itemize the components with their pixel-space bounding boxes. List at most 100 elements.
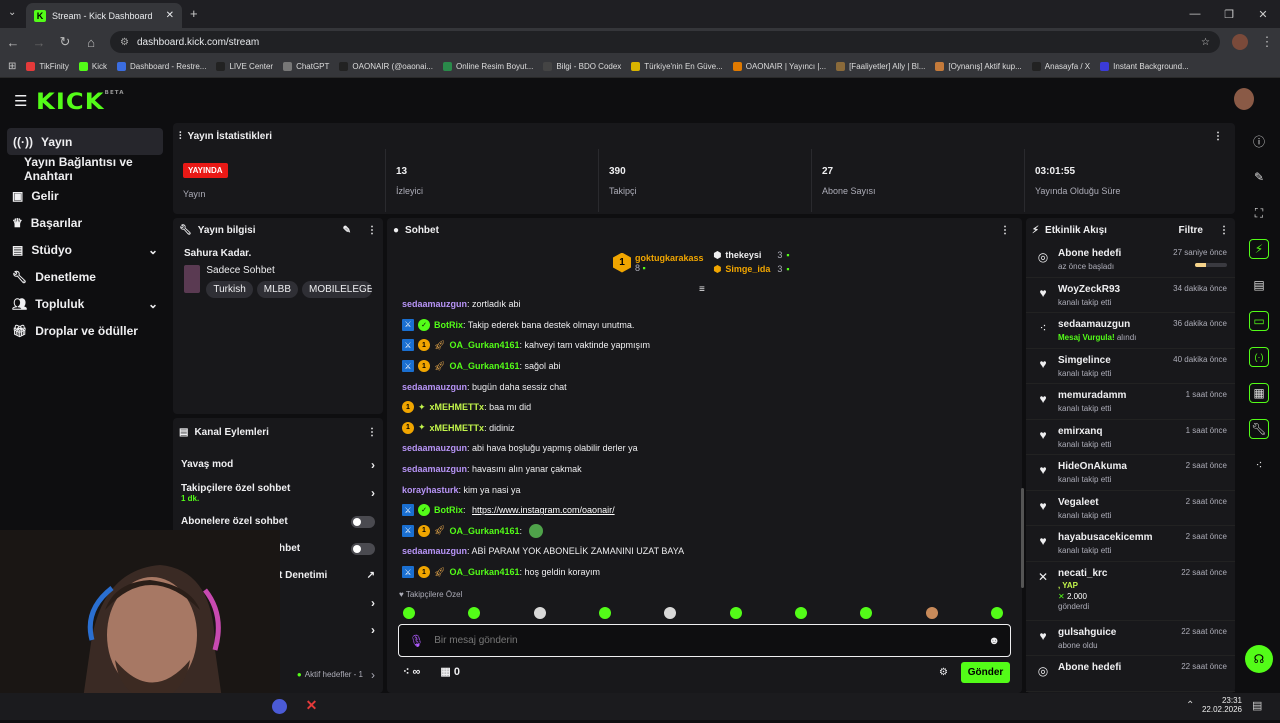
sidebar-item-basarilar[interactable]: ♛ Başarılar bbox=[0, 209, 170, 236]
sidebar-item-denetleme[interactable]: 🔧︎ Denetleme bbox=[0, 263, 170, 290]
emote-icon[interactable] bbox=[794, 607, 807, 619]
chat-username[interactable]: BotRix bbox=[434, 320, 463, 330]
points-icon[interactable]: ⁖ bbox=[1238, 447, 1280, 483]
chat-input[interactable]: 🎙︎ Bir mesaj gönderin ☻ bbox=[398, 624, 1011, 657]
activity-event[interactable]: ♥ WoyZeckR93 kanalı takip etti 34 dakika ön… bbox=[1026, 278, 1235, 313]
emote-icon[interactable] bbox=[990, 607, 1003, 619]
top-gifter-2[interactable]: ⬢ thekeysi 3 ▪ bbox=[714, 250, 790, 261]
activity-event[interactable]: ♥ HideOnAkuma kanalı takip etti 2 saat önce bbox=[1026, 455, 1235, 491]
activity-event[interactable]: ♥ gulsahguice abone oldu 22 saat önce bbox=[1026, 621, 1235, 656]
top-gifter-1[interactable]: 1 goktugkarakass 8 ▪ bbox=[613, 250, 704, 275]
wrench-icon[interactable]: 🔧︎ bbox=[1238, 411, 1280, 447]
chat-message[interactable]: sedaamauzgun: ABİ PARAM YOK ABONELİK ZAM… bbox=[387, 541, 1022, 562]
bookmark-item[interactable]: Instant Background... bbox=[1100, 62, 1189, 71]
activity-event[interactable]: ✕ necati_krc, YAP ✕ 2.000 gönderdi 22 saat ö… bbox=[1026, 562, 1235, 621]
chat-link[interactable]: https://www.instagram.com/oaonair/ bbox=[472, 505, 615, 515]
stats-menu-icon[interactable]: ⋮ bbox=[1213, 131, 1223, 142]
activity-menu-icon[interactable]: ⋮ bbox=[1219, 225, 1229, 236]
bookmark-item[interactable]: TikFinity bbox=[26, 62, 69, 71]
new-tab-icon[interactable]: + bbox=[190, 6, 198, 21]
emoji-icon[interactable]: ☻ bbox=[988, 635, 1000, 647]
activity-event[interactable]: ⁖ sedaamauzgun Mesaj Vurgula! alındı 36 dak… bbox=[1026, 313, 1235, 349]
hamburger-menu-icon[interactable]: ☰ bbox=[14, 92, 27, 110]
bookmark-item[interactable]: Türkiye'nin En Güve... bbox=[631, 62, 723, 71]
emote-icon[interactable] bbox=[403, 607, 415, 619]
profile-avatar[interactable] bbox=[1232, 34, 1248, 50]
chat-username[interactable]: BotRix bbox=[434, 505, 463, 515]
emote-icon[interactable] bbox=[729, 607, 742, 619]
browser-tab-active[interactable]: K Stream - Kick Dashboard ✕ bbox=[26, 3, 182, 28]
activity-event[interactable]: ◎ Abone hedefi 22 saat önce bbox=[1026, 656, 1235, 692]
activity-event[interactable]: ♥ emirxanq kanalı takip etti 1 saat önce bbox=[1026, 420, 1235, 455]
bookmark-item[interactable]: ChatGPT bbox=[283, 62, 329, 71]
user-avatar[interactable] bbox=[1234, 88, 1254, 110]
minimize-icon[interactable]: — bbox=[1178, 0, 1212, 28]
chat-username[interactable]: OA_Gurkan4161 bbox=[449, 340, 519, 350]
chat-message[interactable]: ⚔ 1 🚀︎ OA_Gurkan4161: kahveyi tam vaktinde … bbox=[387, 335, 1022, 356]
stream-info-menu-icon[interactable]: ⋮ bbox=[367, 225, 377, 236]
store-icon[interactable]: ▦ bbox=[1238, 375, 1280, 411]
sidebar-item-stream-key[interactable]: Yayın Bağlantısı ve Anahtarı bbox=[0, 155, 170, 183]
bookmark-item[interactable]: [Faaliyetler] Ally | Bl... bbox=[836, 62, 925, 71]
activity-event[interactable]: ♥ hayabusacekicemm kanalı takip etti 2 saat… bbox=[1026, 526, 1235, 562]
sidebar-item-gelir[interactable]: ▣ Gelir bbox=[0, 182, 170, 209]
bookmark-item[interactable]: OAONAIR (@oaonai... bbox=[339, 62, 433, 71]
top-gifter-3[interactable]: ⬢ Simge_ida 3 ▪ bbox=[714, 264, 790, 275]
tab-search-icon[interactable]: ⌄ bbox=[8, 7, 16, 18]
chat-menu-icon[interactable]: ⋮ bbox=[1000, 225, 1010, 236]
chat-message[interactable]: ⚔ 1 🚀︎ OA_Gurkan4161: sağol abi bbox=[387, 356, 1022, 377]
bookmark-item[interactable]: OAONAIR | Yayıncı |... bbox=[732, 62, 826, 71]
edit-pencil-icon[interactable]: ✎ bbox=[343, 225, 351, 236]
chat-message[interactable]: sedaamauzgun: bugün daha sessiz chat bbox=[387, 376, 1022, 397]
chat-message[interactable]: ⚔ ✓ BotRix: Takip ederek bana destek olmay… bbox=[387, 315, 1022, 336]
followers-only-row[interactable]: Takipçilere özel sohbet 1 dk. › bbox=[173, 478, 383, 508]
chat-message[interactable]: sedaamauzgun: havasını alın yanar çakmak bbox=[387, 459, 1022, 480]
bookmark-item[interactable]: Online Resim Boyut... bbox=[443, 62, 533, 71]
home-icon[interactable]: ⌂ bbox=[84, 35, 98, 50]
browser-menu-icon[interactable]: ⋮ bbox=[1260, 34, 1274, 50]
chat-message[interactable]: sedaamauzgun: abi hava boşluğu yapmış ol… bbox=[387, 438, 1022, 459]
chat-message[interactable]: ⚔ 1 🚀︎ OA_Gurkan4161: hoş geldin korayım bbox=[387, 562, 1022, 583]
bookmark-item[interactable]: [Oynanış] Aktif kup... bbox=[935, 62, 1022, 71]
activity-event[interactable]: ♥ Simgelince kanalı takip etti 40 dakika ön… bbox=[1026, 349, 1235, 384]
chat-username[interactable]: xMEHMETTx bbox=[430, 402, 485, 412]
filter-button[interactable]: Filtre bbox=[1179, 225, 1203, 236]
emote-icon[interactable] bbox=[664, 607, 677, 619]
lightning-icon[interactable]: ⚡︎ bbox=[1238, 231, 1280, 267]
emote-icon[interactable] bbox=[533, 607, 546, 619]
chat-username[interactable]: sedaamauzgun bbox=[402, 382, 467, 392]
taskbar-kick-app-icon[interactable]: ✕ bbox=[302, 697, 321, 716]
taskbar-app-icon[interactable] bbox=[272, 699, 287, 714]
emote-icon[interactable] bbox=[598, 607, 611, 619]
points-info[interactable]: ⁖ ∞ bbox=[403, 665, 420, 678]
bookmark-star-icon[interactable]: ☆ bbox=[1201, 37, 1210, 48]
notification-icon[interactable]: ▤ bbox=[1252, 699, 1262, 712]
chat-username[interactable]: OA_Gurkan4161 bbox=[449, 567, 519, 577]
chat-message[interactable]: 1 ✦ xMEHMETTx: baa mı did bbox=[387, 397, 1022, 418]
close-window-icon[interactable]: ✕ bbox=[1246, 0, 1280, 28]
back-icon[interactable]: ← bbox=[6, 35, 20, 50]
bookmark-item[interactable]: Anasayfa / X bbox=[1031, 62, 1090, 71]
maximize-icon[interactable]: ❐ bbox=[1212, 0, 1246, 28]
tab-close-icon[interactable]: ✕ bbox=[166, 10, 174, 21]
chat-username[interactable]: OA_Gurkan4161 bbox=[449, 361, 519, 371]
broadcast-icon[interactable]: (·) bbox=[1238, 339, 1280, 375]
tray-chevron-up-icon[interactable]: ⌃ bbox=[1186, 700, 1194, 711]
chat-message[interactable]: korayhasturk: kim ya nasi ya bbox=[387, 479, 1022, 500]
emote-icon[interactable] bbox=[925, 607, 938, 619]
activity-event[interactable]: ♥ Vegaleet kanalı takip etti 2 saat önce bbox=[1026, 491, 1235, 526]
site-info-icon[interactable]: ⚙ bbox=[120, 37, 129, 48]
chat-username[interactable]: OA_Gurkan4161 bbox=[449, 526, 519, 536]
chat-message[interactable]: sedaamauzgun: zortladık abi bbox=[387, 294, 1022, 315]
chat-message[interactable]: 1 ✦ xMEHMETTx: didiniz bbox=[387, 418, 1022, 439]
subs-only-toggle[interactable] bbox=[351, 515, 375, 528]
toggle[interactable] bbox=[351, 542, 375, 555]
url-box[interactable]: ⚙ dashboard.kick.com/stream ☆ bbox=[110, 31, 1220, 53]
emote-icon[interactable] bbox=[860, 607, 873, 619]
channel-actions-menu-icon[interactable]: ⋮ bbox=[367, 427, 377, 438]
pencil-icon[interactable]: ✎ bbox=[1238, 159, 1280, 195]
sidebar-item-yayin[interactable]: ((·)) Yayın bbox=[7, 128, 163, 155]
kick-logo[interactable]: KICKBETA bbox=[36, 90, 125, 115]
chat-icon[interactable]: ▭ bbox=[1238, 303, 1280, 339]
emote-icon[interactable] bbox=[468, 607, 481, 619]
